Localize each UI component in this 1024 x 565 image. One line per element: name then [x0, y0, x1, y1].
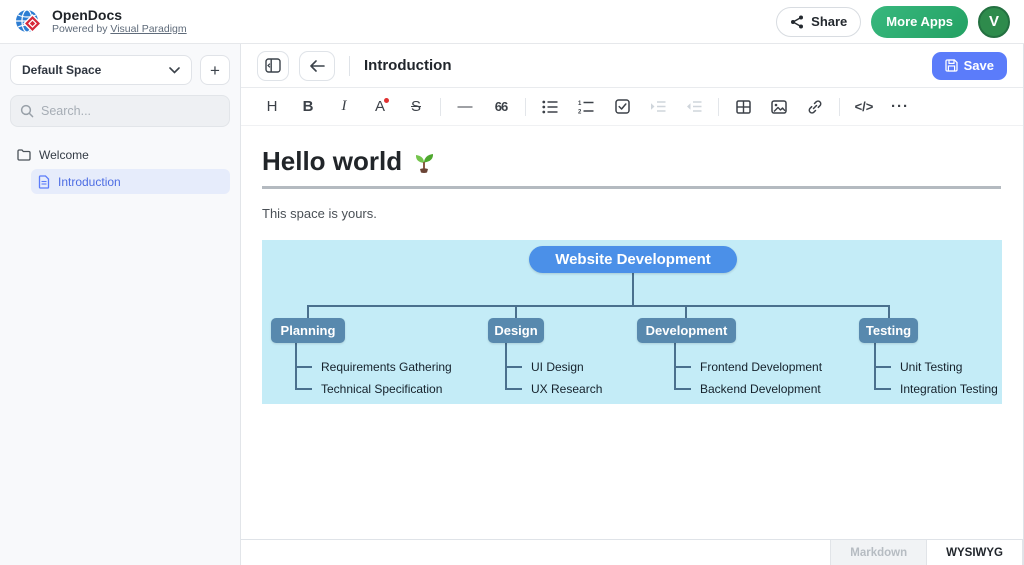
search-input[interactable] [41, 104, 220, 118]
strikethrough-button[interactable]: S [401, 93, 431, 121]
bulleted-list-button[interactable] [535, 93, 565, 121]
seedling-emoji [411, 149, 437, 175]
tree-item-label: Welcome [39, 148, 89, 162]
connector-line [307, 305, 309, 318]
mindmap-leaf: Technical Specification [295, 381, 442, 397]
image-button[interactable] [764, 93, 794, 121]
formatting-toolbar: H B I A S — 66 12 [241, 88, 1023, 126]
tree-item-introduction[interactable]: Introduction [31, 169, 230, 194]
toolbar-separator [440, 98, 441, 116]
mindmap-leaf: UX Research [505, 381, 602, 397]
panel-collapse-icon [265, 58, 281, 73]
color-dot [384, 98, 389, 103]
svg-text:1: 1 [578, 101, 582, 107]
back-button[interactable] [299, 51, 335, 81]
document-body[interactable]: Hello world This space is yours. [241, 126, 1023, 539]
link-button[interactable] [800, 93, 830, 121]
more-options-button[interactable]: ··· [885, 93, 915, 121]
avatar[interactable]: V [978, 6, 1010, 38]
divider [349, 56, 350, 76]
italic-button[interactable]: I [329, 93, 359, 121]
back-arrow-icon [309, 60, 325, 72]
tree-item-label: Introduction [58, 175, 121, 189]
numbered-list-button[interactable]: 12 [571, 93, 601, 121]
editor-mode-bar: Markdown WYSIWYG [241, 539, 1023, 565]
mindmap-branch-planning: Planning [271, 318, 345, 343]
editor-pane: Introduction Save H B I A S — 66 12 [241, 44, 1024, 565]
document-heading: Hello world [262, 146, 1001, 177]
heading-rule [262, 186, 1001, 189]
save-icon [945, 59, 958, 72]
chevron-down-icon [169, 67, 180, 74]
visual-paradigm-link[interactable]: Visual Paradigm [110, 23, 186, 35]
connector-line [307, 305, 890, 307]
add-space-button[interactable]: + [200, 55, 230, 85]
mindmap-diagram[interactable]: Website Development Planning Design Deve… [262, 240, 1002, 404]
tab-markdown[interactable]: Markdown [830, 540, 927, 565]
search-box[interactable] [10, 95, 230, 127]
mindmap-leaf: Integration Testing [874, 381, 998, 397]
connector-line [632, 273, 634, 305]
horizontal-rule-button[interactable]: — [450, 93, 480, 121]
toggle-sidebar-button[interactable] [257, 51, 289, 81]
tree-item-welcome[interactable]: Welcome [10, 142, 230, 167]
brand: OpenDocs Powered by Visual Paradigm [14, 7, 187, 37]
bold-button[interactable]: B [293, 93, 323, 121]
connector-line [515, 305, 517, 318]
toolbar-separator [718, 98, 719, 116]
opendocs-logo-icon [14, 7, 44, 37]
connector-line [685, 305, 687, 318]
topbar-actions: Share More Apps V [776, 6, 1010, 38]
powered-by: Powered by Visual Paradigm [52, 23, 187, 36]
mindmap-leaf: UI Design [505, 359, 584, 375]
outdent-button[interactable] [679, 93, 709, 121]
document-paragraph: This space is yours. [262, 206, 1001, 221]
document-tree: Welcome Introduction [10, 142, 230, 194]
space-selector[interactable]: Default Space [10, 55, 192, 85]
svg-text:2: 2 [578, 109, 582, 114]
mindmap-leaf: Backend Development [674, 381, 821, 397]
page-title: Introduction [364, 57, 451, 74]
search-icon [20, 104, 34, 118]
mindmap-leaf: Unit Testing [874, 359, 962, 375]
code-button[interactable]: </> [849, 93, 879, 121]
mindmap-branch-testing: Testing [859, 318, 918, 343]
indent-button[interactable] [643, 93, 673, 121]
app-title: OpenDocs [52, 8, 187, 23]
folder-icon [17, 149, 31, 161]
more-apps-button[interactable]: More Apps [871, 6, 968, 38]
document-icon [38, 175, 50, 189]
mindmap-branch-design: Design [488, 318, 544, 343]
task-list-button[interactable] [607, 93, 637, 121]
blockquote-button[interactable]: 66 [486, 93, 516, 121]
toolbar-separator [525, 98, 526, 116]
editor-header: Introduction Save [241, 44, 1023, 88]
app-header: OpenDocs Powered by Visual Paradigm Shar… [0, 0, 1024, 44]
save-button[interactable]: Save [932, 52, 1007, 80]
toolbar-separator [839, 98, 840, 116]
connector-line [888, 305, 890, 318]
share-button[interactable]: Share [776, 7, 861, 37]
mindmap-branch-development: Development [637, 318, 736, 343]
mindmap-leaf: Frontend Development [674, 359, 822, 375]
share-icon [790, 15, 804, 29]
table-button[interactable] [728, 93, 758, 121]
heading-button[interactable]: H [257, 93, 287, 121]
tab-wysiwyg[interactable]: WYSIWYG [927, 540, 1023, 565]
sidebar: Default Space + Welcome [0, 44, 241, 565]
text-color-button[interactable]: A [365, 93, 395, 121]
mindmap-root-node: Website Development [529, 246, 737, 273]
mindmap-leaf: Requirements Gathering [295, 359, 452, 375]
